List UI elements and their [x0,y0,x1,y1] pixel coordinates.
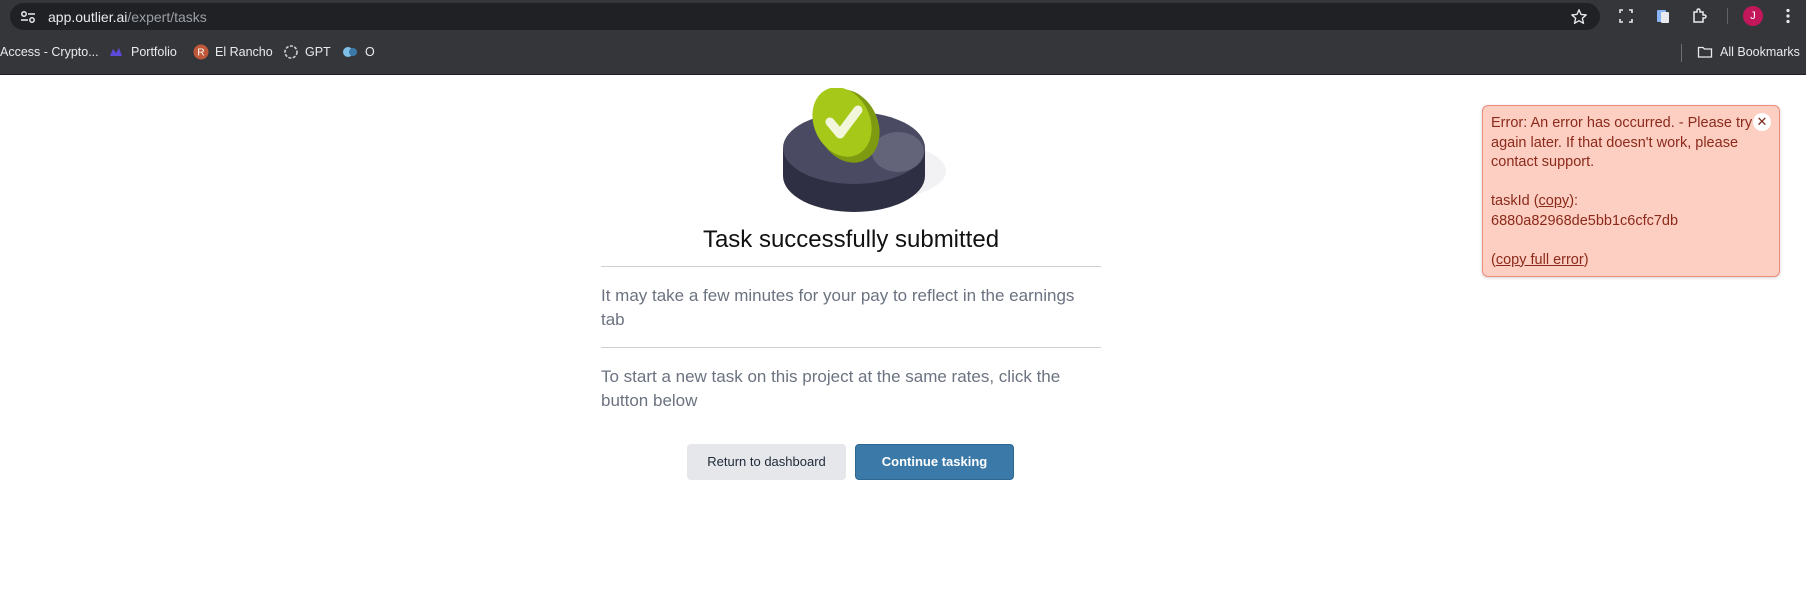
copy-task-id-link[interactable]: copy [1539,193,1570,209]
menu-kebab-icon[interactable] [1779,7,1797,25]
screenshot-icon[interactable] [1617,7,1635,25]
extensions-puzzle-icon[interactable] [1690,7,1708,25]
error-toast: ✕ Error: An error has occurred. - Please… [1482,105,1780,277]
task-id-value: 6880a82968de5bb1c6cfc7db [1491,212,1679,229]
url-path: /expert/tasks [127,9,207,25]
task-id-label: taskId ( [1491,193,1539,209]
browser-toolbar: app.outlier.ai/expert/tasks J [0,0,1806,32]
all-bookmarks[interactable]: All Bookmarks [1720,45,1800,59]
bookmark-portfolio[interactable]: Portfolio [131,45,177,59]
divider [601,266,1101,267]
new-task-note: To start a new task on this project at t… [601,367,1061,410]
bookmarks-divider [1681,44,1682,62]
copy-full-error-link[interactable]: copy full error [1496,252,1584,268]
site-settings-icon[interactable] [20,10,36,24]
divider [601,347,1101,348]
error-message: Error: An error has occurred. - Please t… [1491,115,1753,170]
copy-full-error-line: (copy full error) [1491,251,1753,271]
success-check-illustration [783,88,946,212]
continue-tasking-button[interactable]: Continue tasking [855,444,1014,480]
openai-icon [284,45,298,59]
return-to-dashboard-button[interactable]: Return to dashboard [687,444,846,480]
extension-doc-icon[interactable] [1654,7,1672,25]
bookmarks-bar: Access - Crypto... Portfolio R El Rancho… [0,32,1806,75]
paren-close: ) [1583,251,1589,268]
folder-icon [1697,46,1713,58]
portfolio-icon [110,48,122,56]
url-text[interactable]: app.outlier.ai/expert/tasks [48,9,207,25]
toolbar-divider [1727,8,1728,24]
bookmark-gpt[interactable]: GPT [305,45,331,59]
task-id-line: taskId (copy): [1491,192,1753,212]
earnings-note: It may take a few minutes for your pay t… [601,286,1075,329]
address-bar[interactable]: app.outlier.ai/expert/tasks [10,3,1600,30]
bookmark-star-icon[interactable] [1570,8,1588,26]
bookmark-el-rancho[interactable]: El Rancho [215,45,273,59]
svg-text:R: R [197,48,204,59]
task-id-suffix: ): [1569,193,1579,209]
profile-avatar[interactable]: J [1743,6,1763,26]
el-rancho-icon: R [193,44,209,60]
page-title: Task successfully submitted [702,226,1000,253]
bookmark-o[interactable]: O [365,45,375,59]
error-message-block: Error: An error has occurred. - Please t… [1491,114,1753,270]
close-icon[interactable]: ✕ [1753,113,1771,131]
bookmark-access-crypto[interactable]: Access - Crypto... [0,45,99,59]
outlier-icon [343,47,357,57]
url-host: app.outlier.ai [48,9,128,25]
